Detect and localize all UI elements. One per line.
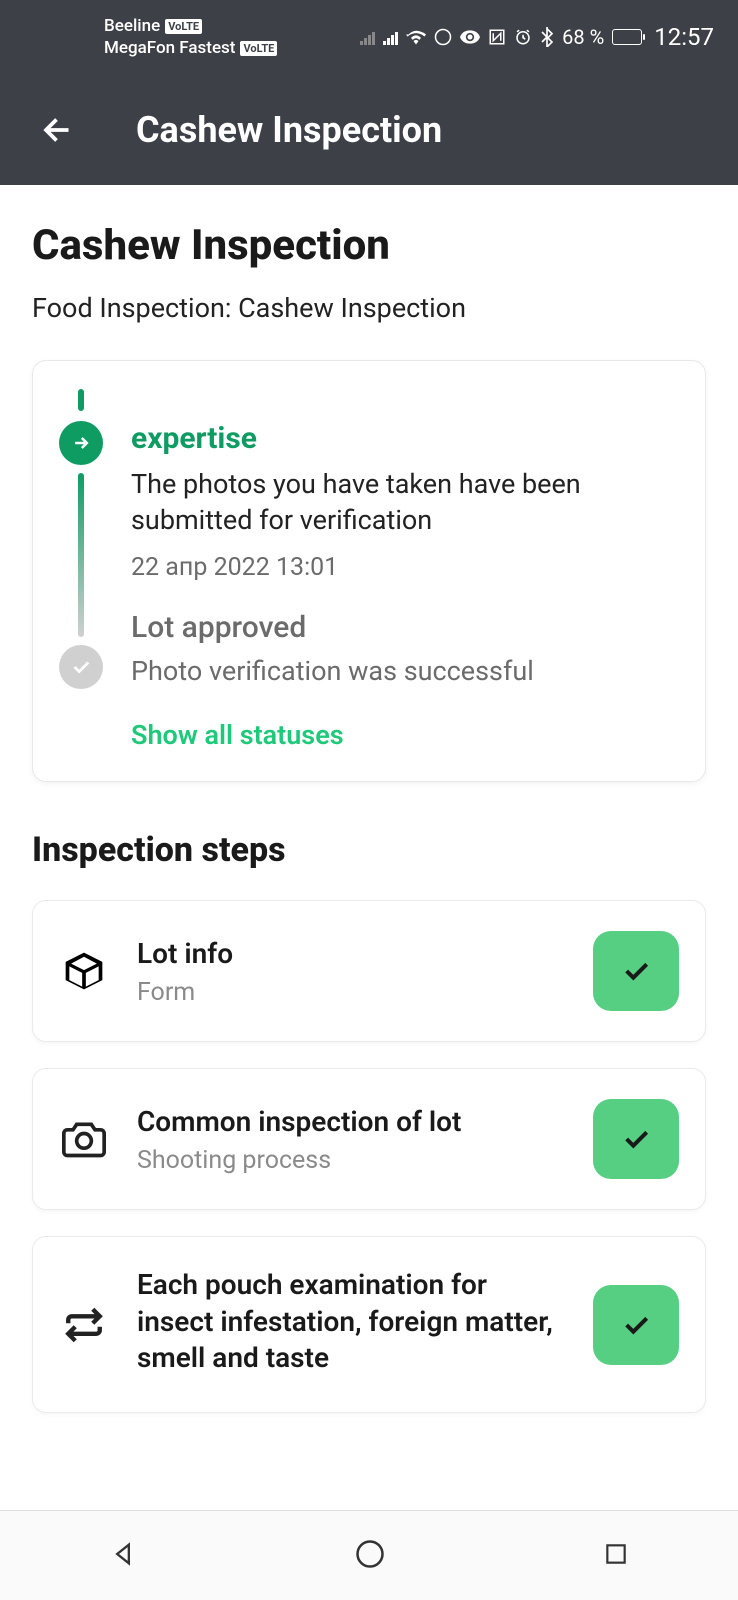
check-icon	[620, 955, 652, 987]
clock-time: 12:57	[654, 23, 714, 51]
android-nav-bar	[0, 1510, 738, 1600]
page-subtitle: Food Inspection: Cashew Inspection	[32, 292, 706, 324]
eye-icon	[460, 30, 480, 44]
app-bar-title: Cashew Inspection	[136, 109, 442, 151]
section-title: Inspection steps	[32, 830, 706, 870]
back-button[interactable]	[24, 112, 76, 148]
repeat-icon	[59, 1300, 109, 1350]
step-done-badge	[593, 1099, 679, 1179]
battery-icon	[612, 29, 642, 45]
android-status-bar: Beeline VoLTE MegaFon Fastest VoLTE 68 %…	[0, 0, 738, 74]
nav-back-button[interactable]	[99, 1530, 147, 1582]
carrier-1: Beeline	[104, 16, 160, 36]
status-2-title: Lot approved	[131, 610, 679, 645]
step-title: Lot info	[137, 936, 565, 972]
status-1-desc: The photos you have taken have been subm…	[131, 466, 679, 539]
check-icon	[620, 1309, 652, 1341]
status-1-date: 22 апр 2022 13:01	[131, 553, 679, 582]
step-title: Each pouch examination for insect infest…	[137, 1267, 565, 1376]
status-2-desc: Photo verification was successful	[131, 653, 679, 689]
step-common-inspection[interactable]: Common inspection of lot Shooting proces…	[32, 1068, 706, 1210]
timeline-connector	[78, 473, 84, 637]
step-done-badge	[593, 1285, 679, 1365]
nav-home-button[interactable]	[345, 1529, 395, 1583]
status-card: expertise The photos you have taken have…	[32, 360, 706, 782]
step-done-badge	[593, 931, 679, 1011]
volte-badge-2: VoLTE	[240, 41, 277, 56]
step-subtitle: Form	[137, 978, 565, 1007]
step-subtitle: Shooting process	[137, 1146, 565, 1175]
battery-percent: 68 %	[562, 25, 604, 49]
show-all-statuses-link[interactable]: Show all statuses	[131, 719, 679, 751]
box-icon	[59, 946, 109, 996]
step-title: Common inspection of lot	[137, 1104, 565, 1140]
alarm-icon	[514, 28, 532, 46]
wifi-icon	[406, 29, 426, 45]
circle-outline-icon	[434, 28, 452, 46]
step-pouch-examination[interactable]: Each pouch examination for insect infest…	[32, 1236, 706, 1413]
carrier-2: MegaFon Fastest	[104, 38, 235, 58]
page-content: Cashew Inspection Food Inspection: Cashe…	[0, 185, 738, 1413]
status-marker-active	[59, 421, 103, 465]
signal-icon-1	[360, 29, 375, 45]
bluetooth-icon	[540, 27, 554, 47]
status-icons-right: 68 % 12:57	[360, 23, 714, 51]
camera-icon	[59, 1114, 109, 1164]
status-1-title: expertise	[131, 421, 679, 456]
app-bar: Cashew Inspection	[0, 74, 738, 185]
step-lot-info[interactable]: Lot info Form	[32, 900, 706, 1042]
page-title: Cashew Inspection	[32, 221, 706, 270]
status-marker-done	[59, 645, 103, 689]
volte-badge-1: VoLTE	[165, 19, 202, 34]
signal-icon-2	[383, 29, 398, 45]
nav-recent-button[interactable]	[593, 1531, 639, 1581]
check-icon	[620, 1123, 652, 1155]
nfc-icon	[488, 28, 506, 46]
status-carriers: Beeline VoLTE MegaFon Fastest VoLTE	[24, 16, 277, 58]
timeline-stub	[78, 389, 84, 411]
